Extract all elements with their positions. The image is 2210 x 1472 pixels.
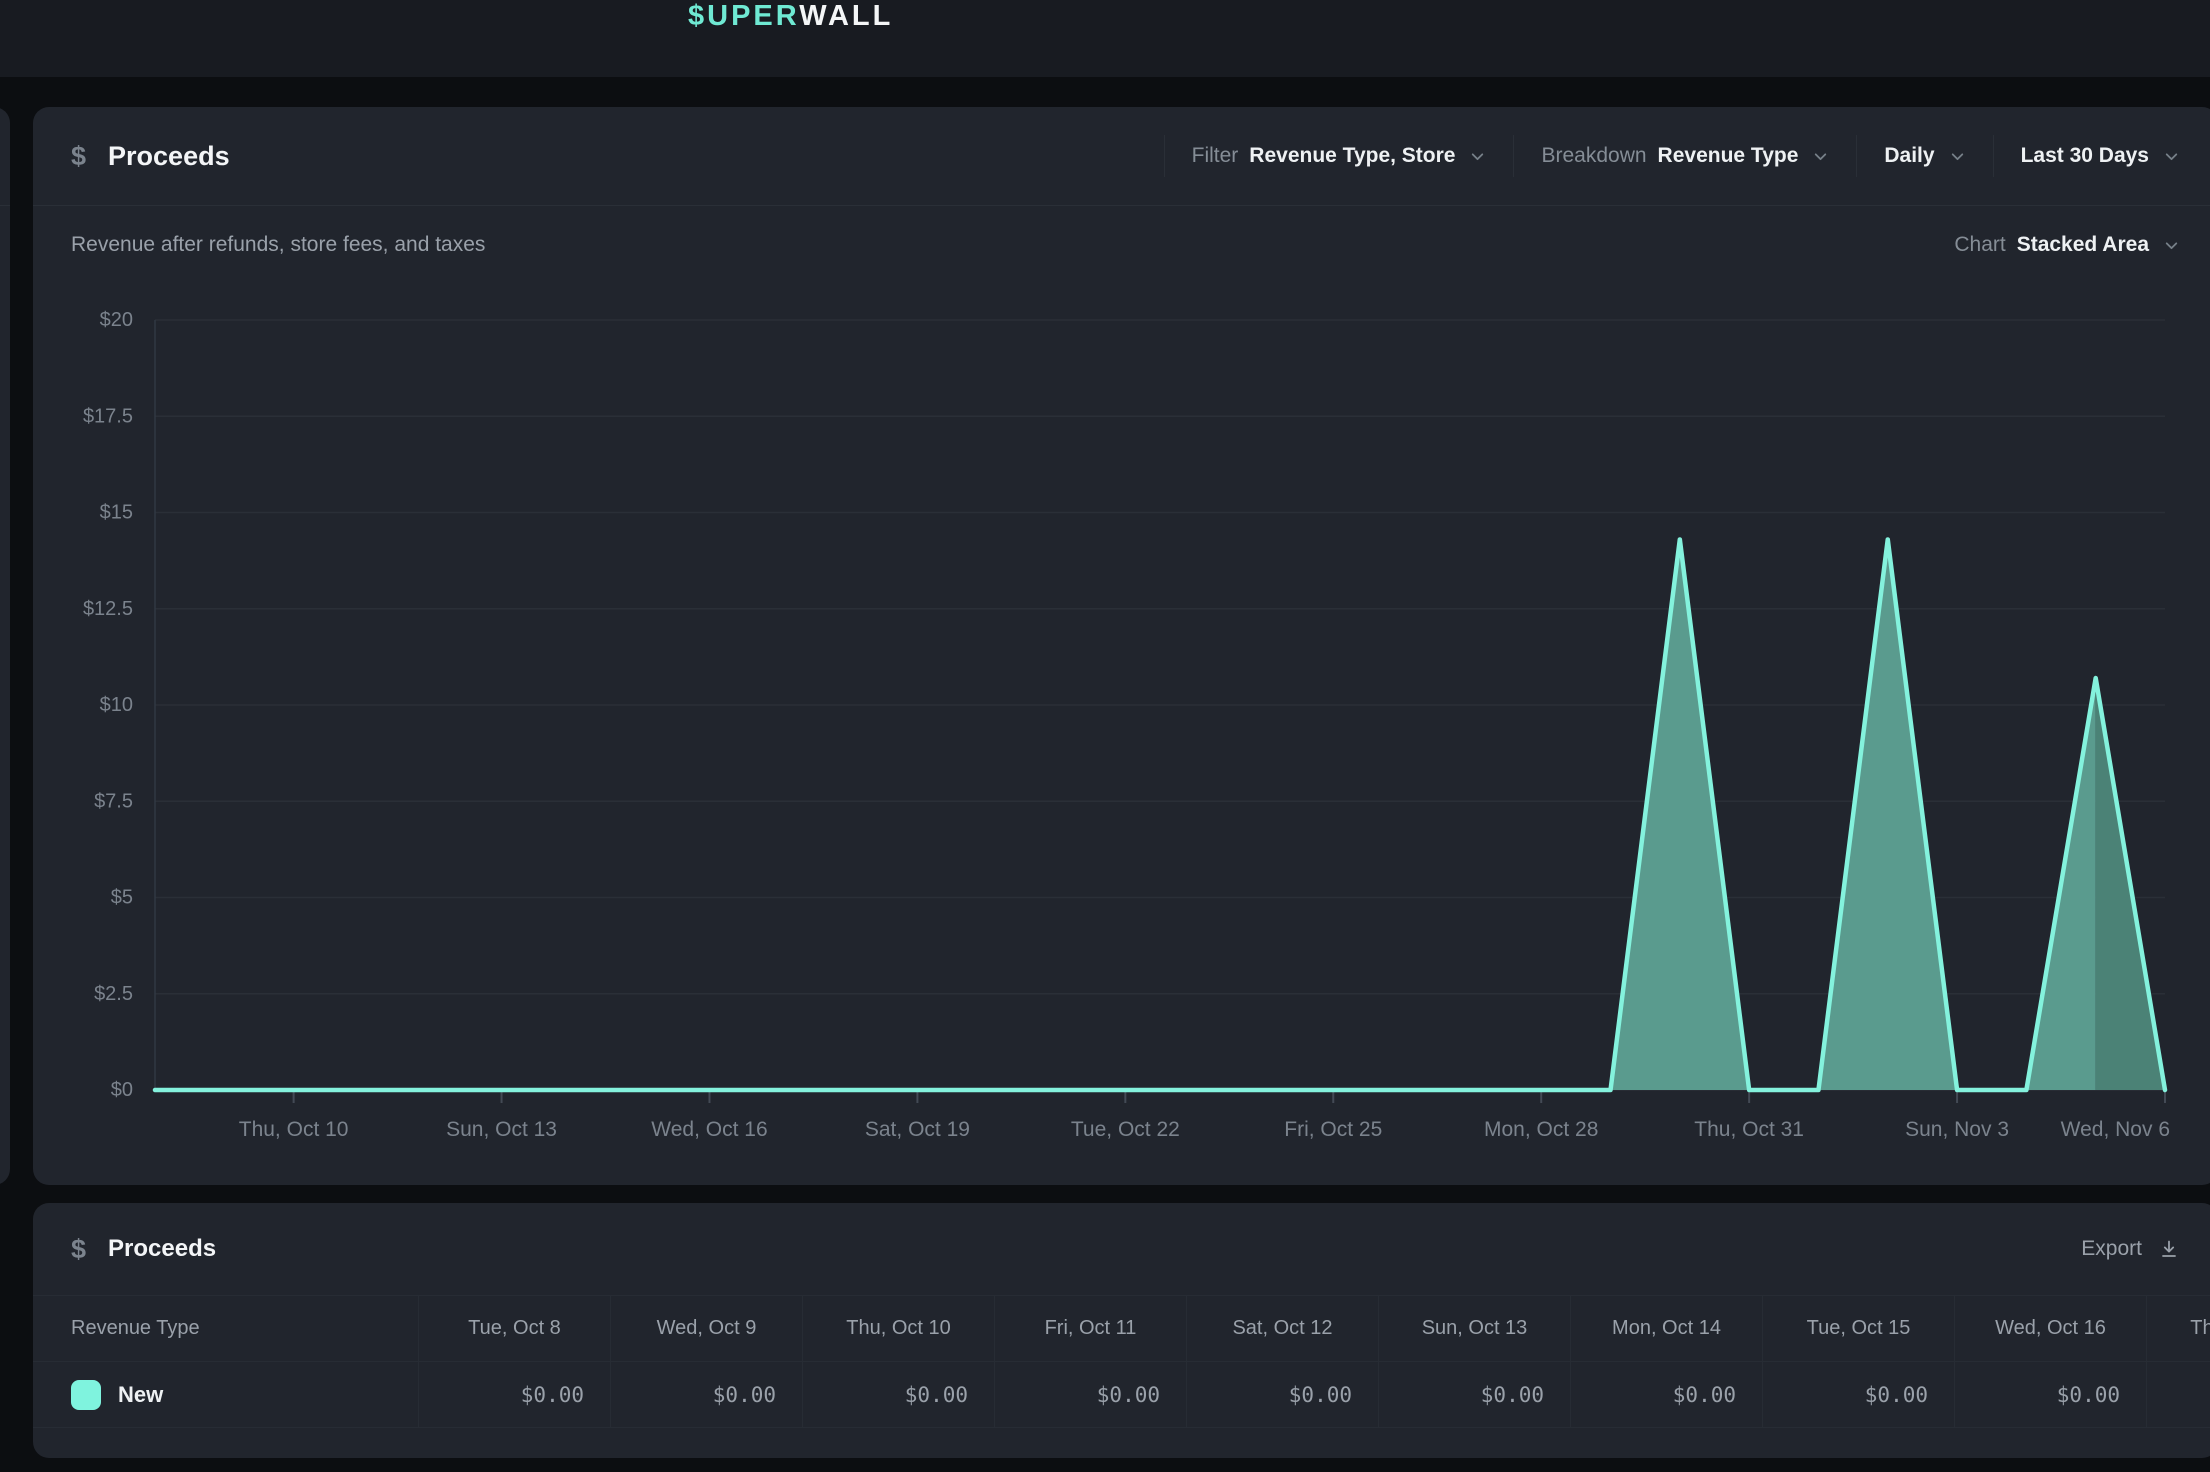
- column-header-date: Sat, Oct 12: [1186, 1296, 1378, 1362]
- proceeds-table-card: $ Proceeds Export Revenue TypeTue, Oct 8…: [33, 1203, 2210, 1458]
- breakdown-value: Revenue Type: [1658, 144, 1799, 168]
- chart-subtitle: Revenue after refunds, store fees, and t…: [71, 233, 485, 257]
- column-header-date: Tue, Oct 15: [1762, 1296, 1954, 1362]
- proceeds-chart-card: $ Proceeds Filter Revenue Type, Store Br…: [33, 107, 2210, 1185]
- adjacent-card-header-edge: [0, 107, 10, 206]
- proceeds-chart-card-header: $ Proceeds Filter Revenue Type, Store Br…: [33, 107, 2210, 206]
- table-value-cell: $0.00: [418, 1362, 610, 1428]
- table-value-cell: $0.00: [802, 1362, 994, 1428]
- table-value-cell: $0.00: [2146, 1362, 2210, 1428]
- column-header-date: Thu, Oct 10: [802, 1296, 994, 1362]
- column-header-date: Sun, Oct 13: [1378, 1296, 1570, 1362]
- dollar-icon: $: [71, 1234, 86, 1265]
- table-row-label-cell: New: [33, 1362, 418, 1428]
- filter-dropdown[interactable]: Filter Revenue Type, Store: [1192, 144, 1487, 168]
- adjacent-card-edge: [0, 107, 10, 1185]
- legend-swatch-new: [71, 1380, 101, 1410]
- interval-value: Daily: [1884, 144, 1934, 168]
- logo-rest-text: WALL: [799, 0, 893, 32]
- table-value-cell: $0.00: [1762, 1362, 1954, 1428]
- divider: [1513, 135, 1514, 177]
- column-header-date: Mon, Oct 14: [1570, 1296, 1762, 1362]
- dollar-icon: $: [71, 141, 86, 172]
- chevron-down-icon: [2163, 148, 2180, 165]
- revenue-type-name: New: [118, 1382, 163, 1408]
- chevron-down-icon: [2163, 237, 2180, 254]
- chart-controls: Filter Revenue Type, Store Breakdown Rev…: [1137, 135, 2180, 177]
- download-icon: [2158, 1238, 2180, 1260]
- column-header-date: Wed, Oct 9: [610, 1296, 802, 1362]
- divider: [1993, 135, 1994, 177]
- chevron-down-icon: [1469, 148, 1486, 165]
- top-navigation-bar: $UPERWALL: [0, 0, 2210, 77]
- interval-dropdown[interactable]: Daily: [1884, 144, 1965, 168]
- breakdown-label: Breakdown: [1541, 144, 1646, 168]
- page-title: Proceeds: [108, 141, 230, 172]
- column-header-revenue-type: Revenue Type: [33, 1296, 418, 1362]
- date-range-dropdown[interactable]: Last 30 Days: [2021, 144, 2180, 168]
- superwall-logo[interactable]: $UPERWALL: [688, 2, 893, 31]
- column-header-date: Tue, Oct 8: [418, 1296, 610, 1362]
- table-value-cell: $0.00: [1954, 1362, 2146, 1428]
- breakdown-dropdown[interactable]: Breakdown Revenue Type: [1541, 144, 1829, 168]
- chart-subheader: Revenue after refunds, store fees, and t…: [33, 233, 2210, 257]
- divider: [1856, 135, 1857, 177]
- chart-type-value: Stacked Area: [2017, 233, 2149, 257]
- chart-type-label: Chart: [1954, 233, 2005, 257]
- filter-label: Filter: [1192, 144, 1239, 168]
- table-value-cell: $0.00: [994, 1362, 1186, 1428]
- logo-accent-text: $UPER: [688, 0, 799, 32]
- column-header-date: Wed, Oct 16: [1954, 1296, 2146, 1362]
- divider: [1164, 135, 1165, 177]
- table-value-cell: $0.00: [1570, 1362, 1762, 1428]
- proceeds-table-card-header: $ Proceeds Export: [33, 1203, 2210, 1295]
- column-header-date: Fri, Oct 11: [994, 1296, 1186, 1362]
- column-header-date: Thu, Oct 17: [2146, 1296, 2210, 1362]
- export-label: Export: [2081, 1237, 2142, 1261]
- proceeds-table: Revenue TypeTue, Oct 8Wed, Oct 9Thu, Oct…: [33, 1295, 2210, 1428]
- filter-value: Revenue Type, Store: [1249, 144, 1455, 168]
- export-button[interactable]: Export: [2081, 1237, 2180, 1261]
- dashboard-page: $UPERWALL $ Proceeds Filter Revenue Type…: [0, 0, 2210, 1472]
- chevron-down-icon: [1812, 148, 1829, 165]
- table-title: Proceeds: [108, 1235, 216, 1263]
- date-range-value: Last 30 Days: [2021, 144, 2149, 168]
- table-value-cell: $0.00: [1378, 1362, 1570, 1428]
- chart-type-dropdown[interactable]: Chart Stacked Area: [1954, 233, 2180, 257]
- table-value-cell: $0.00: [1186, 1362, 1378, 1428]
- table-value-cell: $0.00: [610, 1362, 802, 1428]
- chevron-down-icon: [1949, 148, 1966, 165]
